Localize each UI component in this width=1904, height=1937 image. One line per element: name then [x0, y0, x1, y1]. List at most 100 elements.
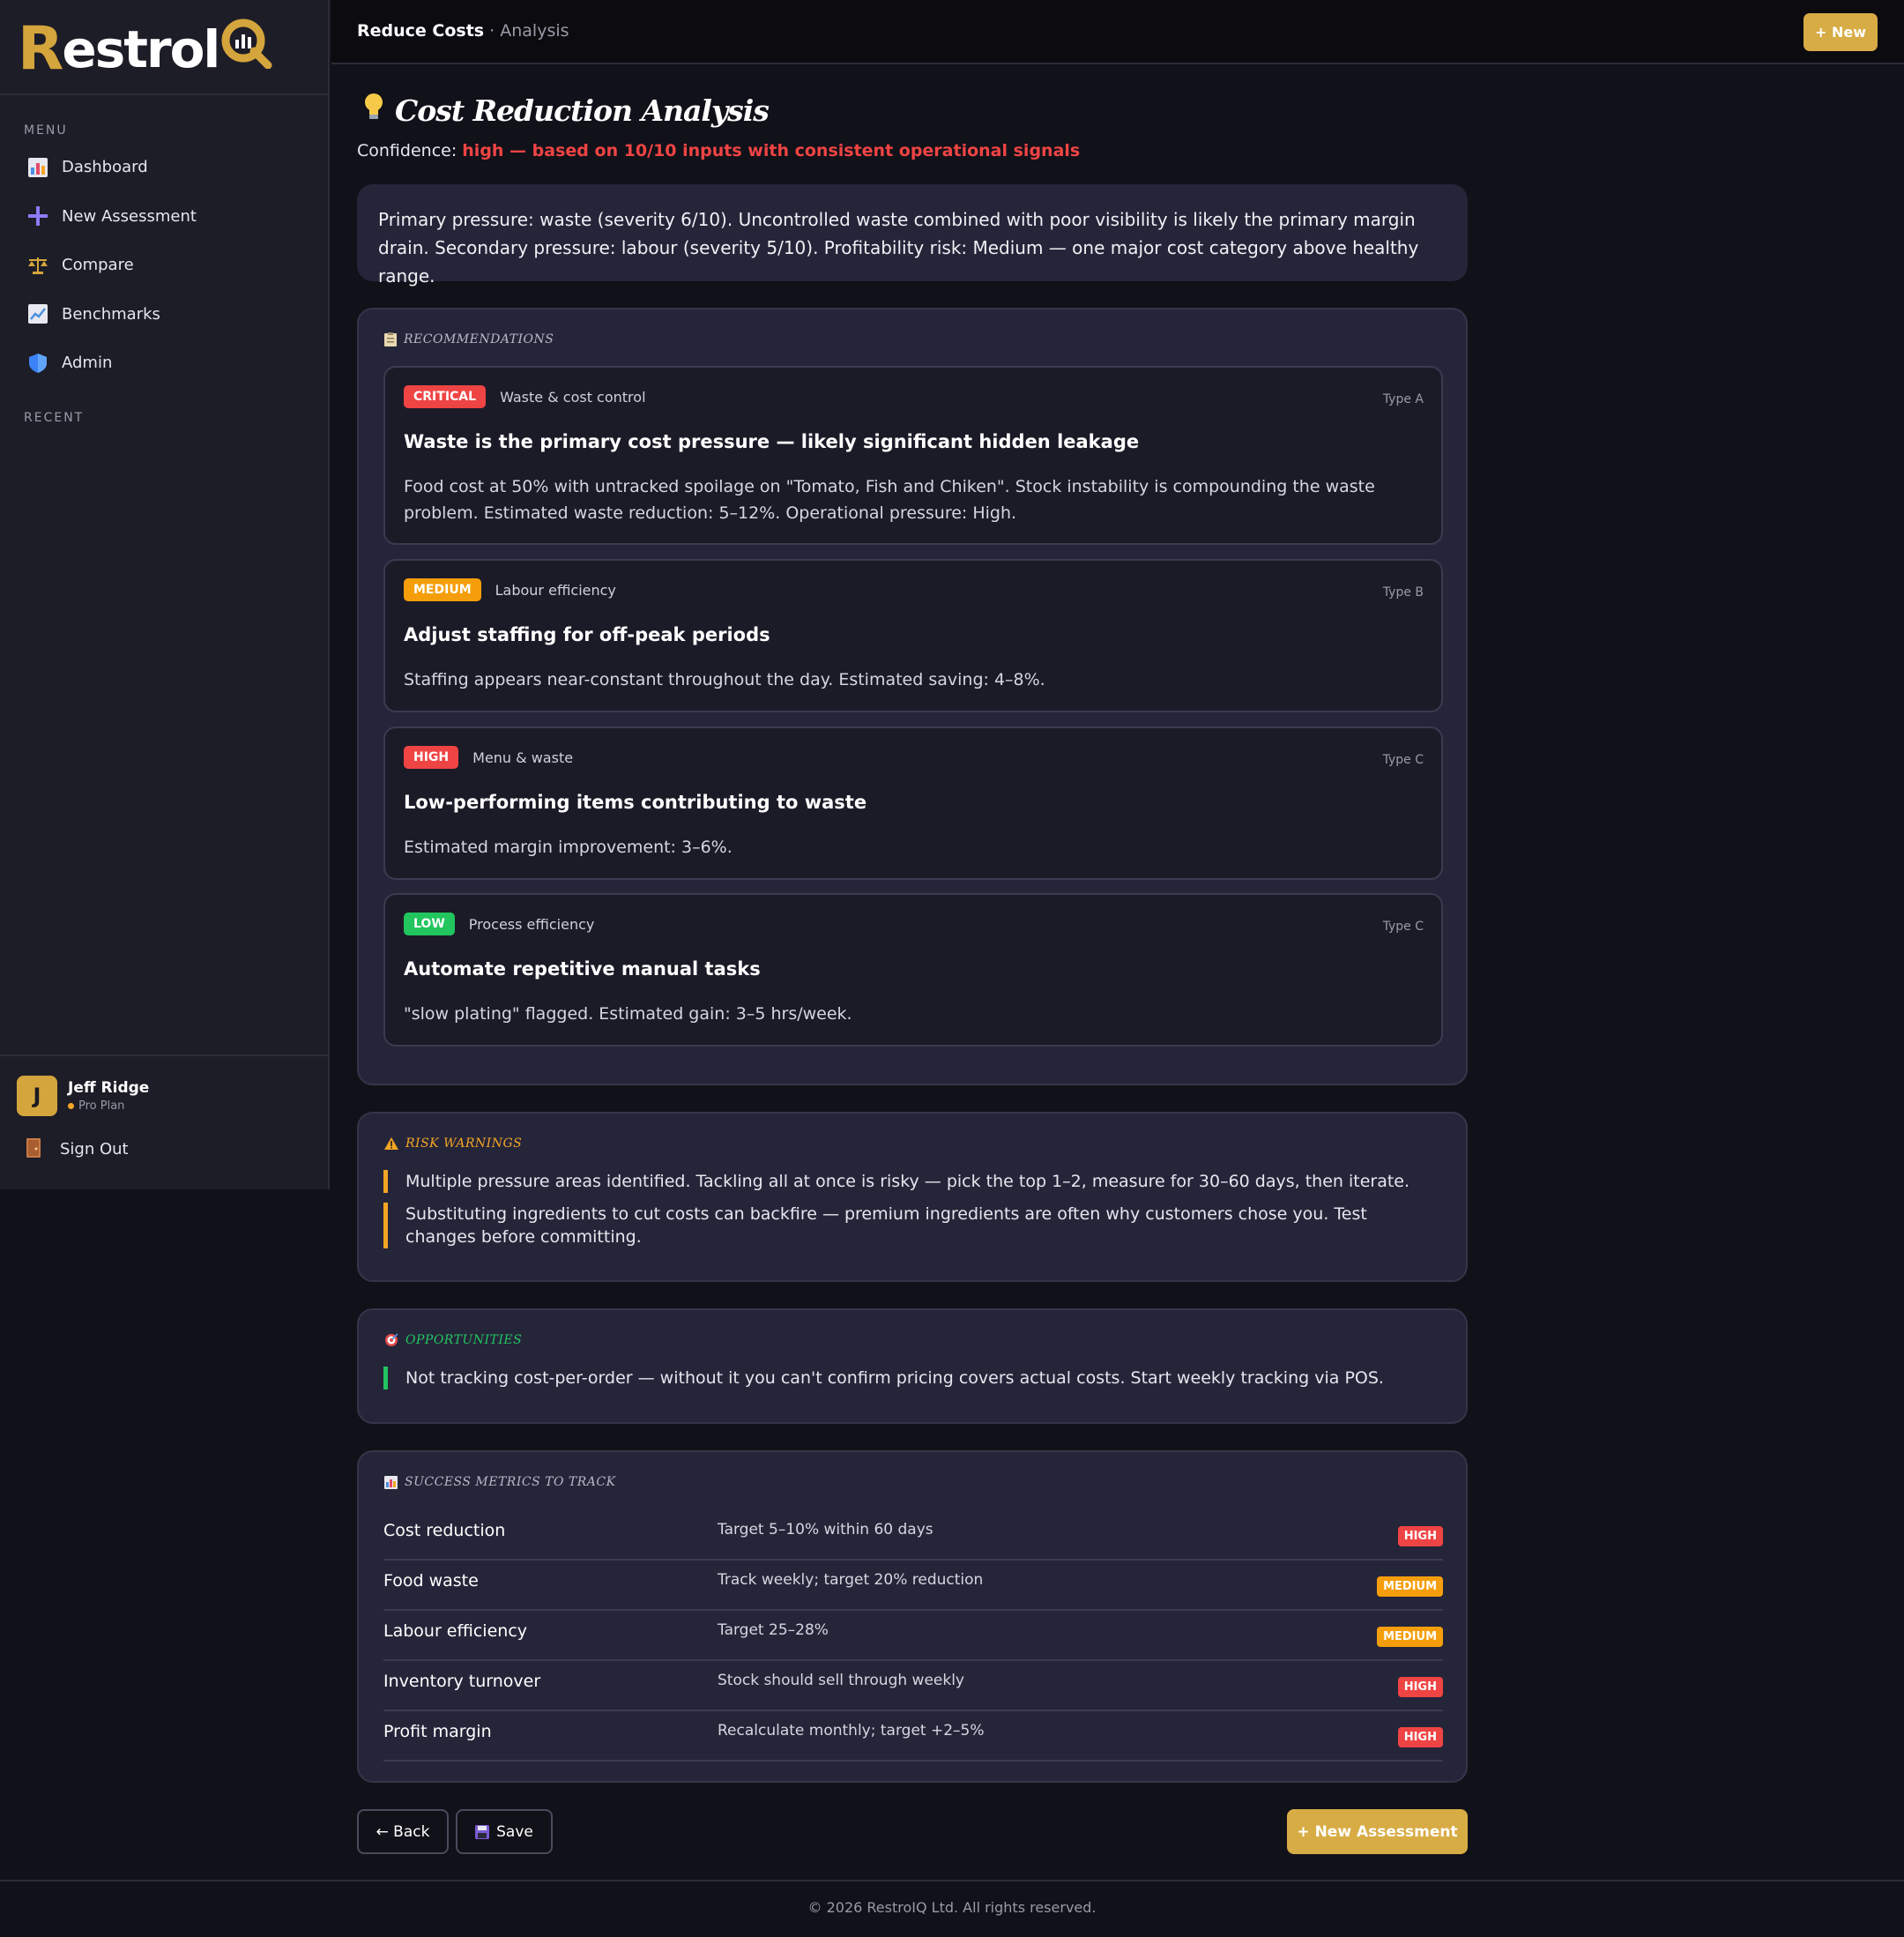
metric-row: Labour efficiency Target 25–28% MEDIUM: [383, 1611, 1443, 1661]
metric-target: Stock should sell through weekly: [718, 1672, 964, 1689]
sidebar-item-label: Dashboard: [62, 158, 148, 177]
recommendation-body: Estimated margin improvement: 3–6%.: [404, 838, 733, 857]
new-button[interactable]: + New: [1804, 13, 1878, 51]
sidebar-menu: Dashboard New Assessment Compare Benchma…: [0, 143, 328, 388]
metric-row: Food waste Track weekly; target 20% redu…: [383, 1561, 1443, 1611]
recommendation-title: Automate repetitive manual tasks: [404, 958, 761, 980]
trend-chart-icon: [26, 302, 49, 325]
page-title: Cost Reduction Analysis: [363, 93, 770, 128]
sign-out-label: Sign Out: [60, 1139, 129, 1158]
breadcrumb-current: Analysis: [500, 21, 569, 41]
bar-chart-icon: [384, 1475, 398, 1489]
recommendation-category: Waste & cost control: [500, 388, 646, 406]
metric-priority-badge: MEDIUM: [1377, 1627, 1443, 1647]
recommendation-title: Low-performing items contributing to was…: [404, 792, 867, 813]
opportunities-heading: OPPORTUNITIES: [384, 1333, 522, 1347]
recommendations-heading: RECOMMENDATIONS: [384, 332, 554, 346]
confidence-label: Confidence:: [357, 141, 463, 160]
priority-badge: LOW: [404, 913, 455, 935]
recommendation-category: Menu & waste: [472, 749, 574, 766]
back-button[interactable]: ← Back: [357, 1809, 449, 1854]
sidebar-item-label: Admin: [62, 354, 113, 373]
shield-icon: [26, 352, 49, 375]
metric-name: Labour efficiency: [383, 1621, 528, 1641]
success-metrics-card: SUCCESS METRICS TO TRACK Cost reduction …: [357, 1450, 1468, 1783]
sidebar-item-label: New Assessment: [62, 206, 197, 226]
recommendation-item[interactable]: HIGH Menu & waste Type C Low-performing …: [383, 726, 1443, 880]
restroiq-logo[interactable]: Restrol: [18, 16, 328, 83]
sidebar-item-new-assessment[interactable]: New Assessment: [0, 192, 328, 242]
opportunities-card: OPPORTUNITIES Not tracking cost-per-orde…: [357, 1308, 1468, 1424]
logo-area: Restrol: [0, 0, 328, 95]
metric-target: Track weekly; target 20% reduction: [718, 1571, 984, 1589]
recommendation-type: Type C: [1382, 753, 1424, 767]
new-assessment-button[interactable]: + New Assessment: [1287, 1809, 1468, 1854]
risk-warnings-card: RISK WARNINGS Multiple pressure areas id…: [357, 1112, 1468, 1282]
metric-target: Target 25–28%: [718, 1621, 829, 1639]
metric-name: Inventory turnover: [383, 1672, 541, 1691]
sidebar-item-dashboard[interactable]: Dashboard: [0, 143, 328, 192]
metric-name: Profit margin: [383, 1722, 492, 1741]
metric-priority-badge: HIGH: [1397, 1727, 1443, 1747]
metric-priority-badge: HIGH: [1397, 1526, 1443, 1546]
metric-priority-badge: MEDIUM: [1377, 1576, 1443, 1597]
warning-icon: [384, 1137, 398, 1150]
sidebar-item-label: Compare: [62, 256, 134, 275]
floppy-disk-icon: [475, 1824, 490, 1839]
sidebar: Restrol MENU Dashboard New Assessment Co…: [0, 0, 330, 1189]
user-plan: Pro Plan: [68, 1099, 149, 1113]
recommendation-title: Waste is the primary cost pressure — lik…: [404, 431, 1140, 452]
metric-priority-badge: HIGH: [1397, 1677, 1443, 1697]
metric-target: Recalculate monthly; target +2–5%: [718, 1722, 985, 1740]
metric-row: Cost reduction Target 5–10% within 60 da…: [383, 1510, 1443, 1561]
risk-warning-item: Multiple pressure areas identified. Tack…: [383, 1170, 1441, 1193]
opportunity-item: Not tracking cost-per-order — without it…: [383, 1367, 1441, 1389]
breadcrumb-main[interactable]: Reduce Costs: [357, 21, 484, 41]
sidebar-item-compare[interactable]: Compare: [0, 241, 328, 290]
risk-warnings-heading: RISK WARNINGS: [384, 1136, 522, 1151]
sign-out-button[interactable]: Sign Out: [17, 1138, 328, 1159]
breadcrumb-separator: ·: [484, 21, 501, 41]
user-profile[interactable]: J Jeff Ridge Pro Plan: [17, 1076, 328, 1116]
priority-badge: CRITICAL: [404, 385, 487, 408]
confidence-line: Confidence: high — based on 10/10 inputs…: [357, 141, 1080, 160]
user-name: Jeff Ridge: [68, 1079, 150, 1097]
recommendation-item[interactable]: CRITICAL Waste & cost control Type A Was…: [383, 366, 1443, 545]
recent-section-label: RECENT: [24, 411, 85, 425]
logo-q-chart-icon: [221, 19, 272, 70]
recommendation-item[interactable]: MEDIUM Labour efficiency Type B Adjust s…: [383, 559, 1443, 712]
sidebar-item-admin[interactable]: Admin: [0, 339, 328, 388]
scales-icon: [26, 254, 49, 277]
recommendation-type: Type C: [1382, 920, 1424, 934]
recommendation-type: Type A: [1382, 392, 1424, 406]
topbar: Reduce Costs · Analysis + New: [331, 0, 1904, 64]
target-icon: [384, 1333, 398, 1347]
plan-dot-icon: [68, 1103, 74, 1109]
bar-chart-icon: [26, 156, 49, 179]
menu-section-label: MENU: [24, 123, 68, 138]
risk-warning-item: Substituting ingredients to cut costs ca…: [383, 1203, 1441, 1248]
recommendation-body: "slow plating" flagged. Estimated gain: …: [404, 1004, 852, 1024]
user-block: J Jeff Ridge Pro Plan Sign Out: [0, 1054, 328, 1159]
sidebar-item-benchmarks[interactable]: Benchmarks: [0, 290, 328, 339]
recommendation-type: Type B: [1382, 585, 1424, 600]
save-button[interactable]: Save: [456, 1809, 553, 1854]
success-metrics-heading: SUCCESS METRICS TO TRACK: [384, 1475, 616, 1489]
plus-icon: [26, 205, 49, 227]
breadcrumb: Reduce Costs · Analysis: [357, 21, 569, 41]
recommendation-title: Adjust staffing for off-peak periods: [404, 624, 770, 645]
metric-name: Food waste: [383, 1571, 479, 1591]
metric-row: Profit margin Recalculate monthly; targe…: [383, 1711, 1443, 1762]
recommendations-card: RECOMMENDATIONS CRITICAL Waste & cost co…: [357, 308, 1468, 1085]
recommendation-category: Labour efficiency: [495, 581, 616, 599]
recommendation-category: Process efficiency: [468, 915, 595, 933]
sidebar-item-label: Benchmarks: [62, 304, 160, 324]
recommendation-item[interactable]: LOW Process efficiency Type C Automate r…: [383, 893, 1443, 1047]
recommendation-body: Staffing appears near-constant throughou…: [404, 670, 1045, 689]
door-icon: [26, 1138, 44, 1159]
priority-badge: MEDIUM: [404, 578, 481, 601]
metric-name: Cost reduction: [383, 1521, 506, 1540]
metric-target: Target 5–10% within 60 days: [718, 1521, 933, 1538]
avatar: J: [17, 1076, 57, 1116]
footer: © 2026 RestroIQ Ltd. All rights reserved…: [0, 1880, 1904, 1937]
